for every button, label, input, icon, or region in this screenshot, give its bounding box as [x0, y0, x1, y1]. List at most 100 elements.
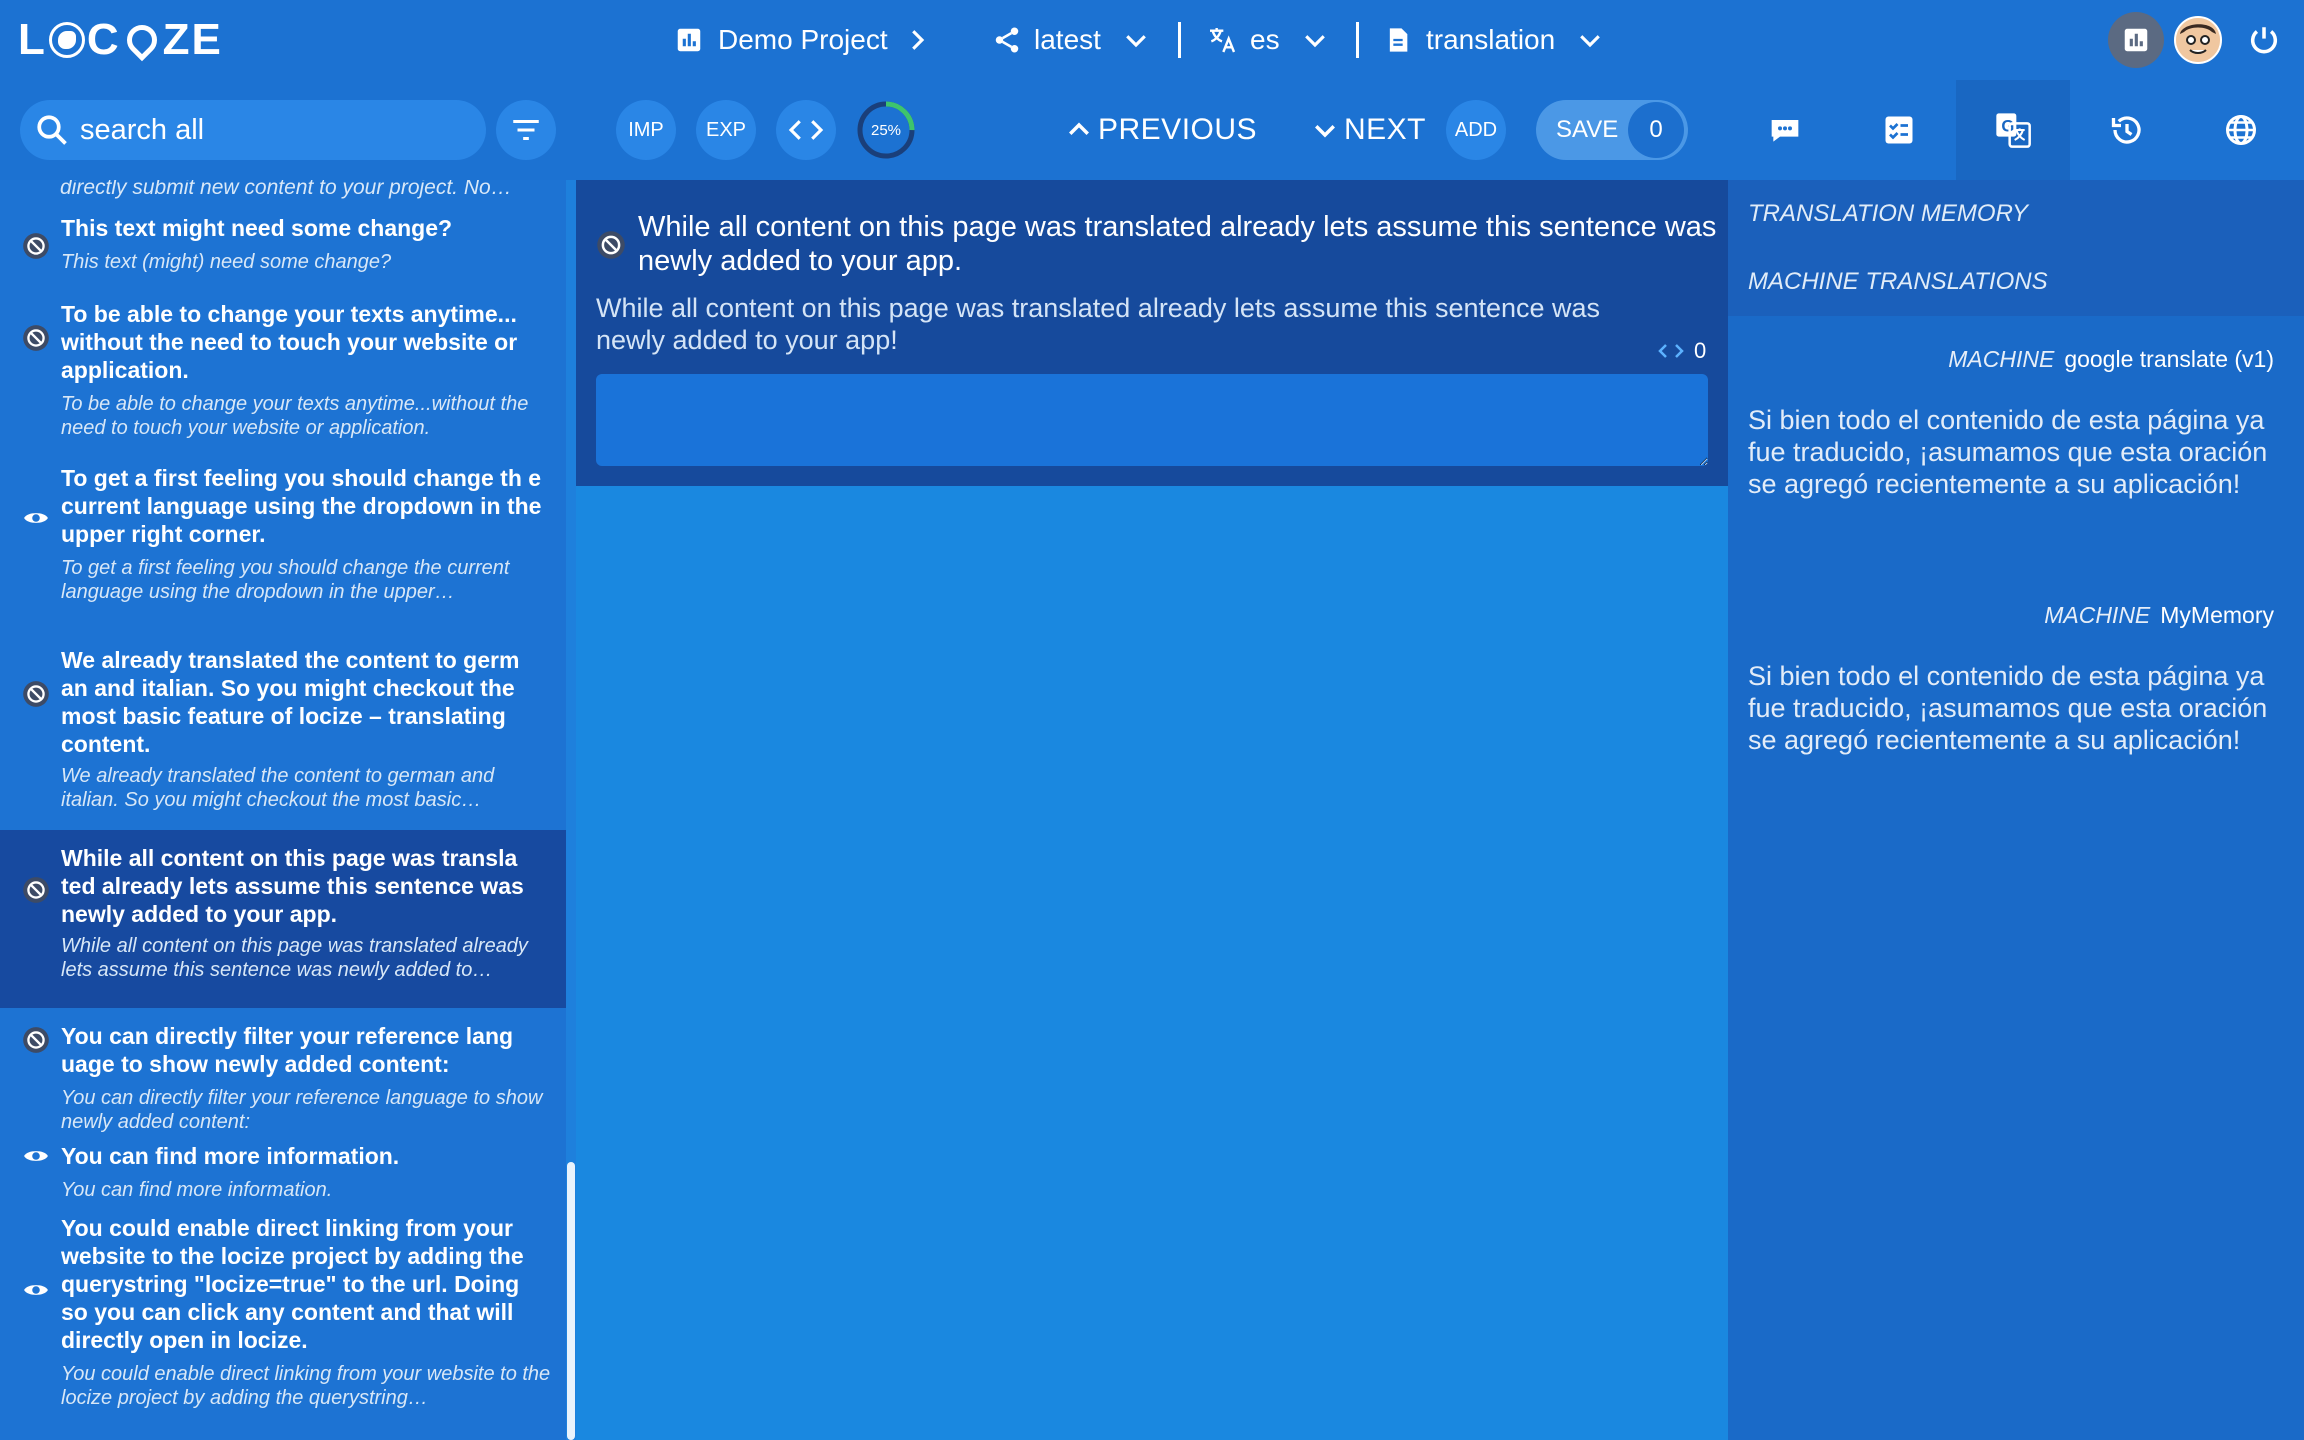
- save-count: 0: [1628, 102, 1684, 158]
- filter-button[interactable]: [496, 100, 556, 160]
- mt-provider: google translate (v1): [2064, 346, 2274, 372]
- panel-header: TRANSLATION MEMORY MACHINE TRANSLATIONS: [1728, 180, 2304, 316]
- chevron-down-icon: [1126, 35, 1146, 48]
- item-key: You can directly filter your reference l…: [61, 1023, 514, 1077]
- item-key: While all content on this page was trans…: [61, 845, 524, 927]
- next-button[interactable]: NEXT: [1310, 110, 1426, 150]
- language-code: es: [1250, 24, 1280, 55]
- tab-machine-translation[interactable]: G: [1956, 80, 2070, 180]
- ban-icon: [22, 876, 50, 904]
- ban-icon: [596, 230, 626, 260]
- chevron-right-icon: [911, 30, 924, 50]
- item-value: This text (might) need some change?: [61, 251, 392, 273]
- previous-button[interactable]: PREVIOUS: [1064, 110, 1257, 150]
- share-icon: [995, 27, 1019, 53]
- item-value: To get a first feeling you should change…: [61, 557, 510, 603]
- code-icon: [788, 120, 824, 140]
- eye-icon: [22, 504, 50, 532]
- namespace-name: translation: [1426, 24, 1556, 55]
- chevron-up-icon: [1069, 122, 1089, 135]
- ban-icon: [22, 232, 50, 260]
- pin-logo-icon: [120, 18, 163, 62]
- item-key: To get a first feeling you should change…: [61, 465, 542, 547]
- tab-review[interactable]: [1842, 80, 1956, 180]
- mt-tag: MACHINE: [1948, 346, 2055, 372]
- eye-icon: [22, 1142, 50, 1170]
- item-value: We already translated the content to ger…: [61, 765, 495, 811]
- list-item[interactable]: This text might need some change? This t…: [0, 210, 566, 292]
- mt-source-label: MACHINE google translate (v1): [1948, 346, 2274, 373]
- file-icon: [1389, 28, 1408, 52]
- mt-suggestion[interactable]: Si bien todo el contenido de esta página…: [1748, 404, 2288, 500]
- editor-workarea: [576, 486, 1728, 1440]
- next-label: NEXT: [1344, 113, 1427, 146]
- user-avatar[interactable]: [2174, 16, 2222, 64]
- filter-icon: [513, 119, 539, 141]
- code-count[interactable]: 0: [1656, 336, 1706, 366]
- search-icon: [37, 115, 67, 145]
- divider: [1356, 22, 1359, 58]
- version-selector[interactable]: latest: [992, 16, 1151, 64]
- item-value: While all content on this page was trans…: [61, 935, 528, 981]
- key-title: While all content on this page was trans…: [638, 211, 1717, 277]
- sidebar-scrollbar[interactable]: [566, 180, 576, 1440]
- language-selector[interactable]: es: [1206, 16, 1330, 64]
- power-button[interactable]: [2236, 12, 2292, 68]
- tab-comments[interactable]: [1728, 80, 1842, 180]
- mt-provider: MyMemory: [2160, 602, 2274, 628]
- chart-icon: [2124, 28, 2148, 52]
- tab-history[interactable]: [2070, 80, 2184, 180]
- chevron-down-icon: [1580, 35, 1601, 48]
- key-list: directly submit new content to your proj…: [0, 180, 566, 1440]
- google-translate-icon: G: [1996, 113, 2031, 148]
- list-item[interactable]: To get a first feeling you should change…: [0, 452, 566, 640]
- add-button[interactable]: ADD: [1446, 100, 1506, 160]
- ban-icon: [22, 1026, 50, 1054]
- namespace-selector[interactable]: translation: [1384, 16, 1605, 64]
- reference-text: While all content on this page was trans…: [596, 293, 1601, 355]
- tab-languages[interactable]: [2184, 80, 2298, 180]
- search-box: [20, 100, 486, 160]
- history-icon: [2111, 116, 2141, 144]
- list-item-active[interactable]: While all content on this page was trans…: [0, 830, 566, 1008]
- item-value: You could enable direct linking from you…: [61, 1363, 551, 1409]
- list-item[interactable]: We already translated the content to ger…: [0, 640, 566, 830]
- toolbar: IMP EXP 25% PREVIOUS NEXT ADD SAVE 0 G: [0, 80, 2304, 180]
- list-item[interactable]: You can find more information. You can f…: [0, 1126, 566, 1208]
- project-selector[interactable]: Demo Project: [674, 16, 932, 64]
- clipped-item-text: directly submit new content to your proj…: [60, 180, 512, 199]
- comment-icon: [1771, 120, 1799, 142]
- code-count-value: 0: [1694, 338, 1707, 363]
- locize-logo[interactable]: L C ZE: [18, 15, 223, 64]
- save-label: SAVE: [1556, 116, 1619, 143]
- import-button[interactable]: IMP: [616, 100, 676, 160]
- list-item[interactable]: You could enable direct linking from you…: [0, 1208, 566, 1440]
- ban-icon: [22, 680, 50, 708]
- item-key: We already translated the content to ger…: [61, 647, 520, 757]
- item-key: You can find more information.: [61, 1143, 400, 1169]
- translation-input[interactable]: [596, 374, 1708, 466]
- translation-editor: While all content on this page was trans…: [576, 180, 1728, 486]
- project-name: Demo Project: [718, 24, 888, 55]
- list-item[interactable]: You can directly filter your reference l…: [0, 1008, 566, 1133]
- stats-button[interactable]: [2108, 12, 2164, 68]
- globe-logo-icon: [48, 22, 85, 58]
- scrollbar-thumb[interactable]: [567, 1162, 575, 1440]
- export-button[interactable]: EXP: [696, 100, 756, 160]
- item-value: To be able to change your texts anytime.…: [61, 393, 529, 439]
- search-input[interactable]: [80, 113, 460, 147]
- translation-memory-heading[interactable]: TRANSLATION MEMORY: [1748, 200, 2028, 228]
- progress-label: 25%: [870, 121, 902, 139]
- top-bar: L C ZE Demo Project latest es translation: [0, 0, 2304, 80]
- translate-icon: [1210, 28, 1236, 53]
- machine-translations-heading[interactable]: MACHINE TRANSLATIONS: [1748, 268, 2048, 296]
- save-button[interactable]: SAVE 0: [1536, 100, 1688, 160]
- mt-source-label: MACHINE MyMemory: [2044, 602, 2274, 629]
- code-view-button[interactable]: [776, 100, 836, 160]
- list-item[interactable]: To be able to change your texts anytime.…: [0, 292, 566, 452]
- mt-suggestion[interactable]: Si bien todo el contenido de esta página…: [1748, 660, 2288, 756]
- item-value: You can find more information.: [61, 1179, 333, 1201]
- chevron-down-icon: [1304, 35, 1325, 48]
- globe-icon: [2226, 115, 2256, 145]
- checklist-icon: [1885, 116, 1913, 144]
